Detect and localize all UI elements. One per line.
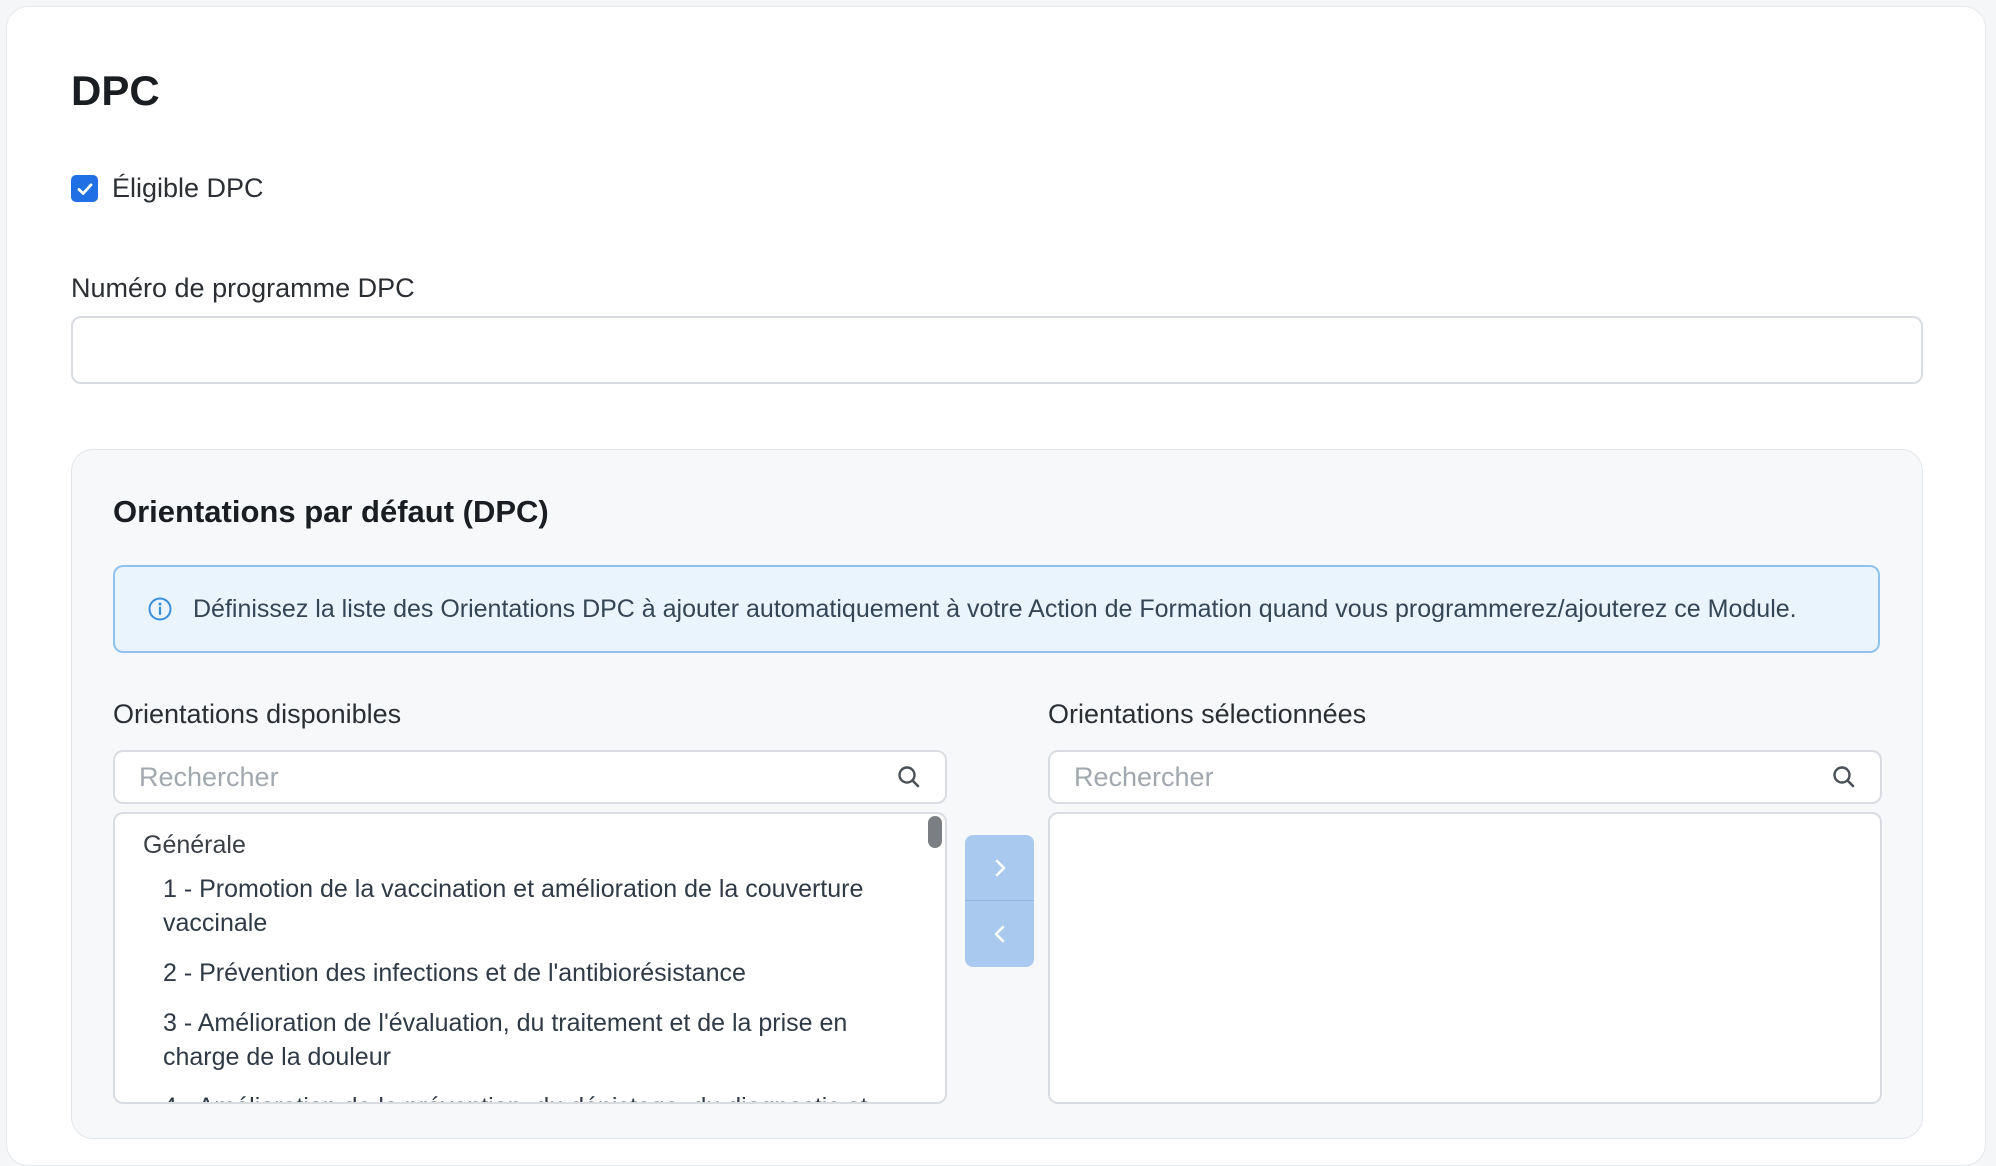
info-text: Définissez la liste des Orientations DPC… (193, 594, 1797, 623)
available-list[interactable]: Générale 1 - Promotion de la vaccination… (113, 812, 947, 1104)
list-item[interactable]: 3 - Amélioration de l'évaluation, du tra… (115, 1006, 945, 1074)
search-icon[interactable] (1830, 763, 1858, 791)
add-orientation-button[interactable] (965, 835, 1034, 901)
list-item[interactable]: 1 - Promotion de la vaccination et améli… (115, 872, 945, 940)
list-item[interactable]: 4 - Amélioration de la prévention, du dé… (115, 1090, 945, 1102)
selected-search-input[interactable] (1050, 761, 1830, 793)
transfer-buttons (965, 835, 1034, 967)
selected-search[interactable] (1048, 750, 1882, 804)
scrollbar-thumb[interactable] (928, 816, 942, 848)
available-label: Orientations disponibles (113, 699, 402, 729)
group-header-generale: Générale (143, 831, 246, 859)
program-number-input[interactable] (71, 316, 1923, 384)
eligible-checkbox[interactable] (71, 175, 98, 202)
checkmark-icon (77, 182, 92, 195)
list-item[interactable]: 2 - Prévention des infections et de l'an… (115, 956, 945, 990)
available-search-input[interactable] (115, 761, 895, 793)
selected-list[interactable] (1048, 812, 1882, 1104)
dpc-card: DPC Éligible DPC Numéro de programme DPC… (6, 6, 1986, 1166)
orientations-panel: Orientations par défaut (DPC) Définissez… (71, 449, 1923, 1139)
info-alert: Définissez la liste des Orientations DPC… (113, 565, 1880, 653)
orientations-title: Orientations par défaut (DPC) (113, 494, 549, 529)
program-number-label: Numéro de programme DPC (71, 273, 415, 303)
chevron-right-icon (995, 859, 1005, 876)
section-title: DPC (71, 67, 160, 114)
eligible-label[interactable]: Éligible DPC (112, 173, 264, 204)
search-icon[interactable] (895, 763, 923, 791)
info-icon (148, 597, 172, 621)
remove-orientation-button[interactable] (965, 901, 1034, 967)
eligible-row[interactable]: Éligible DPC (71, 173, 264, 204)
chevron-left-icon (994, 925, 1004, 943)
available-search[interactable] (113, 750, 947, 804)
selected-label: Orientations sélectionnées (1048, 699, 1367, 729)
